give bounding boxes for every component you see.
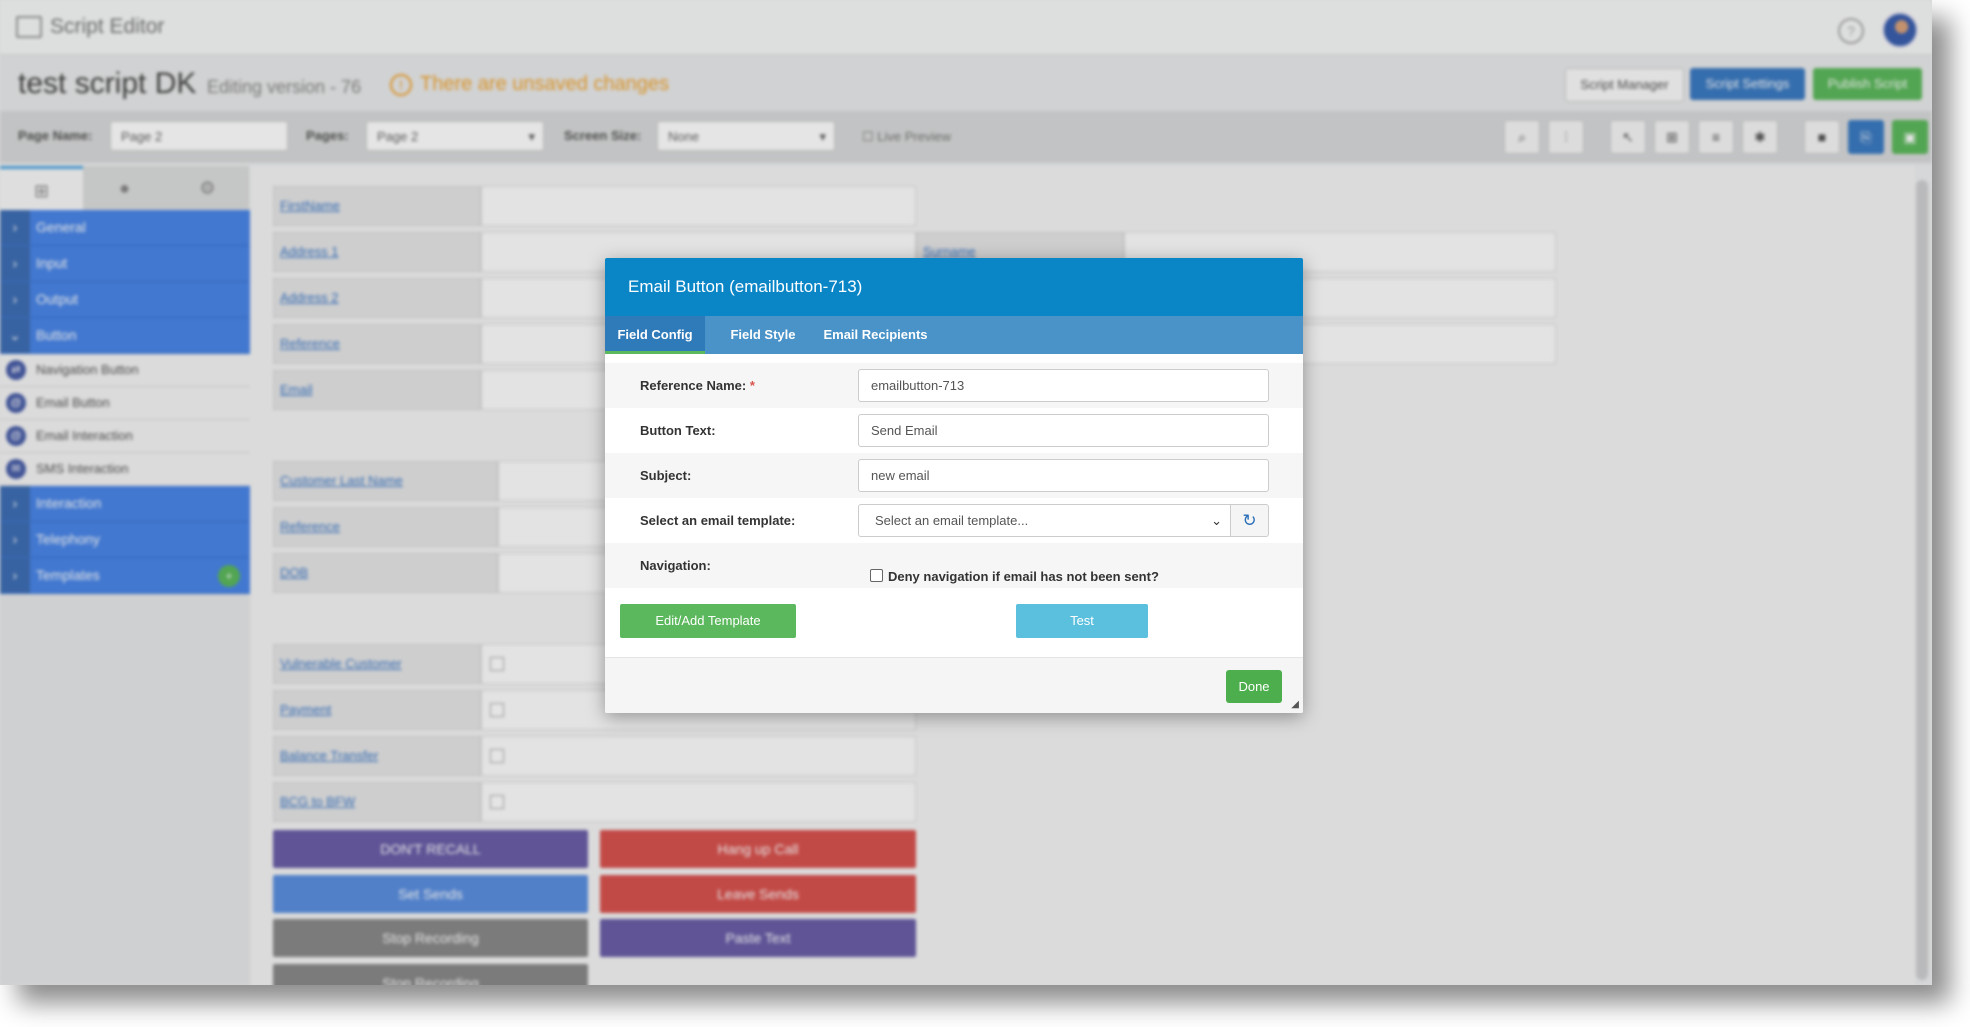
edit-add-template-button[interactable]: Edit/Add Template bbox=[620, 604, 796, 638]
navigation-label: Navigation: bbox=[640, 558, 711, 573]
done-button[interactable]: Done bbox=[1226, 670, 1282, 703]
button-text-label: Button Text: bbox=[640, 423, 716, 438]
tab-field-config[interactable]: Field Config bbox=[605, 316, 705, 354]
tab-field-style[interactable]: Field Style bbox=[713, 316, 813, 354]
tab-email-recipients[interactable]: Email Recipients bbox=[813, 316, 938, 354]
email-template-placeholder: Select an email template... bbox=[875, 513, 1029, 528]
test-button[interactable]: Test bbox=[1016, 604, 1148, 638]
reference-name-label: Reference Name: * bbox=[640, 363, 755, 408]
dialog-title: Email Button (emailbutton-713) bbox=[605, 258, 1303, 316]
reference-name-row: Reference Name: * emailbutton-713 bbox=[605, 363, 1303, 408]
reference-name-label-text: Reference Name: bbox=[640, 378, 747, 393]
subject-row: Subject: new email bbox=[605, 453, 1303, 498]
template-label: Select an email template: bbox=[640, 513, 796, 528]
app-window: Script Editor ? test script DK Editing v… bbox=[0, 0, 1932, 985]
email-button-dialog: Email Button (emailbutton-713) Field Con… bbox=[605, 258, 1303, 713]
deny-navigation-label: Deny navigation if email has not been se… bbox=[888, 569, 1159, 584]
email-template-select[interactable]: Select an email template... ⌄ bbox=[858, 504, 1231, 537]
refresh-icon[interactable]: ↻ bbox=[1230, 504, 1269, 537]
dialog-tabs: Field Config Field Style Email Recipient… bbox=[605, 316, 1303, 354]
template-row: Select an email template: Select an emai… bbox=[605, 498, 1303, 543]
deny-navigation-checkbox[interactable]: Deny navigation if email has not been se… bbox=[870, 569, 1159, 584]
subject-input[interactable]: new email bbox=[858, 459, 1269, 492]
required-indicator: * bbox=[749, 378, 755, 393]
button-text-row: Button Text: Send Email bbox=[605, 408, 1303, 453]
resize-handle-icon[interactable]: ◢ bbox=[1291, 699, 1299, 710]
checkbox-icon bbox=[870, 569, 883, 582]
button-text-input[interactable]: Send Email bbox=[858, 414, 1269, 447]
subject-label: Subject: bbox=[640, 468, 692, 483]
reference-name-input[interactable]: emailbutton-713 bbox=[858, 369, 1269, 402]
dialog-footer: Done ◢ bbox=[605, 657, 1303, 713]
chevron-down-icon: ⌄ bbox=[1211, 513, 1222, 528]
